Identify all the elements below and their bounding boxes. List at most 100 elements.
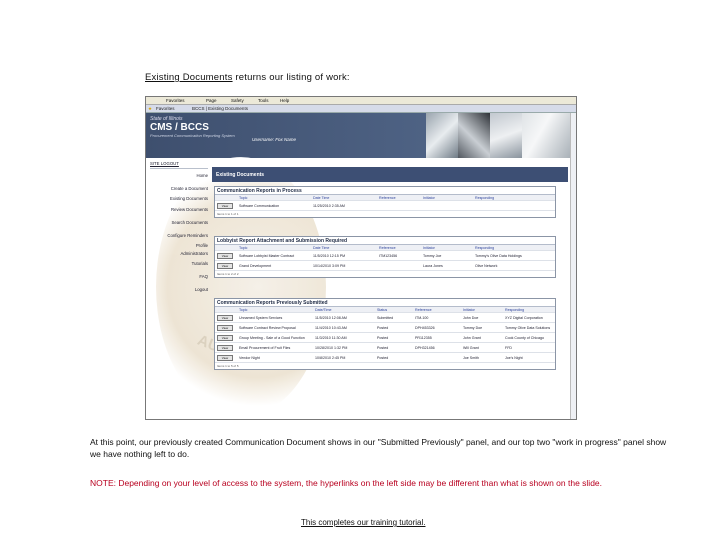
menu-safety[interactable]: Safety	[231, 98, 244, 103]
banner-subtitle: Procurement Communication Reporting Syst…	[150, 133, 235, 138]
col-responding[interactable]: Responding	[505, 308, 555, 312]
menu-help[interactable]: Help	[280, 98, 289, 103]
cell-date-time: 11/5/2010 12:08 AM	[315, 316, 347, 320]
sidebar-item-review-documents[interactable]: Review Documents	[150, 203, 208, 216]
sidebar-item-tutorials[interactable]: Tutorials	[150, 257, 208, 270]
sidebar-item-administrators[interactable]: Administrators	[150, 250, 208, 257]
menu-page[interactable]: Page	[206, 98, 217, 103]
cell-date-time: 10/8/2010 2:45 PM	[315, 356, 346, 360]
banner-username: Username: Fox Name	[252, 137, 297, 142]
sidebar-item-existing-documents[interactable]: Existing Documents	[150, 195, 208, 203]
cell-initiator: Will Grant	[463, 346, 479, 350]
sidebar-item-search-documents[interactable]: Search Documents	[150, 216, 208, 229]
cell-initiator: Tommy Joe	[423, 254, 442, 258]
table-row: View Software Communication 11/25/2010 2…	[215, 201, 555, 211]
cell-date-time: 11/25/2010 2:35 AM	[313, 204, 345, 208]
cell-date-time: 10/28/2010 1:32 PM	[315, 346, 348, 350]
cell-date-time: 11/3/2010 11:30 AM	[315, 336, 347, 340]
col-reference[interactable]: Reference	[379, 246, 409, 250]
cell-responding: Olive Network	[475, 264, 498, 268]
panel-lobbyist-footer: Items 1 to 2 of 2	[217, 272, 239, 276]
panel-submitted-footer: Items 1 to 5 of 5	[217, 364, 239, 368]
col-date-time[interactable]: Date Time	[313, 196, 373, 200]
table-row: View Unnamed System Services 11/5/2010 1…	[215, 313, 555, 323]
cell-status: Posted	[377, 326, 389, 330]
tab-favorites[interactable]: Favorites	[156, 106, 175, 111]
col-responding[interactable]: Responding	[475, 196, 555, 200]
view-button[interactable]: View	[217, 355, 233, 361]
sidebar-item-profile[interactable]: Profile	[150, 242, 208, 250]
intro-line: Existing Documents returns our listing o…	[145, 72, 350, 83]
tab-bccs-existing-documents[interactable]: BCCS | Existing Documents	[192, 106, 248, 111]
panel-in-process: Communication Reports in Process Topic D…	[214, 186, 556, 218]
col-initiator[interactable]: Initiator	[423, 196, 463, 200]
cell-status: Posted	[377, 336, 389, 340]
browser-scrollbar[interactable]	[570, 113, 576, 419]
panel-lobbyist-title: Lobbyist Report Attachment and Submissio…	[215, 237, 555, 245]
view-button[interactable]: View	[217, 315, 233, 321]
cell-initiator: Laura Jones	[423, 264, 443, 268]
sidebar-item-faq[interactable]: FAQ	[150, 270, 208, 283]
cell-initiator: John Grant	[463, 336, 481, 340]
cell-responding: Joe's Night	[505, 356, 523, 360]
col-reference[interactable]: Reference	[379, 196, 409, 200]
cms-banner: State of Illinois CMS / BCCS Procurement…	[146, 113, 570, 158]
col-date-time[interactable]: Date/Time	[315, 308, 373, 312]
view-button[interactable]: View	[217, 203, 233, 209]
closing-link[interactable]: This completes our training tutorial.	[301, 518, 426, 527]
col-date-time[interactable]: Date Time	[313, 246, 373, 250]
browser-screenshot: Favorites Page Safety Tools Help ★ Favor…	[145, 96, 577, 420]
page-title: Existing Documents	[212, 167, 568, 182]
existing-documents-link[interactable]: Existing Documents	[145, 72, 233, 83]
view-button[interactable]: View	[217, 263, 233, 269]
col-topic[interactable]: Topic	[239, 196, 309, 200]
cell-initiator: Joe Smith	[463, 356, 479, 360]
sidebar-item-create-document[interactable]: Create a Document	[150, 182, 208, 195]
cell-topic: Software Lobbyist Master Contract	[239, 254, 295, 258]
banner-title: CMS / BCCS	[150, 122, 209, 133]
table-row: View Software Contract Review Proposal 1…	[215, 323, 555, 333]
menu-tools[interactable]: Tools	[258, 98, 269, 103]
cell-status: Posted	[377, 356, 389, 360]
cell-topic: Software Communication	[239, 204, 280, 208]
intro-rest: returns our listing of work:	[232, 72, 350, 83]
favorites-star-icon[interactable]: ★	[148, 106, 152, 112]
cell-topic: Software Contract Review Proposal	[239, 326, 296, 330]
cell-topic: Group Meeting - Sale of a Good Function	[239, 336, 305, 340]
cell-responding: FFD	[505, 346, 512, 350]
col-responding[interactable]: Responding	[475, 246, 555, 250]
table-row: View Grand Development 10/14/2010 3:09 P…	[215, 261, 555, 271]
col-topic[interactable]: Topic	[239, 246, 309, 250]
menu-favorites[interactable]: Favorites	[166, 98, 185, 103]
view-button[interactable]: View	[217, 253, 233, 259]
cell-topic: Unnamed System Services	[239, 316, 283, 320]
col-reference[interactable]: Reference	[415, 308, 459, 312]
access-note: NOTE: Depending on your level of access …	[90, 478, 603, 488]
view-button[interactable]: View	[217, 345, 233, 351]
banner-photo-keyboard	[426, 113, 458, 158]
browser-toolbar: Favorites Page Safety Tools Help	[146, 97, 576, 105]
view-button[interactable]: View	[217, 335, 233, 341]
cell-reference: PR112355	[415, 336, 432, 340]
cell-status: Submitted	[377, 316, 394, 320]
col-initiator[interactable]: Initiator	[423, 246, 463, 250]
panel-submitted-grid: Topic Date/Time Status Reference Initiat…	[215, 307, 555, 363]
cell-initiator: Tommy Doe	[463, 326, 483, 330]
cell-date-time: 11/4/2010 10:43 AM	[315, 326, 347, 330]
cell-responding: XYZ Digital Corporation	[505, 316, 543, 320]
panel-lobbyist-grid: Topic Date Time Reference Initiator Resp…	[215, 245, 555, 271]
col-initiator[interactable]: Initiator	[463, 308, 503, 312]
cell-topic: Grand Development	[239, 264, 272, 268]
sidebar-site-logout[interactable]: SITE LOGOUT	[150, 159, 208, 168]
view-button[interactable]: View	[217, 325, 233, 331]
sidebar-item-logout[interactable]: Logout	[150, 283, 208, 296]
sidebar-item-configure-reminders[interactable]: Configure Reminders	[150, 229, 208, 242]
cell-responding: Cook County of Chicago	[505, 336, 544, 340]
sidebar-item-home[interactable]: Home	[150, 168, 208, 182]
cell-topic: Email Procurement of Fruit Flies	[239, 346, 291, 350]
panel-lobbyist-required: Lobbyist Report Attachment and Submissio…	[214, 236, 556, 278]
col-status[interactable]: Status	[377, 308, 413, 312]
table-row: View Vendor Night 10/8/2010 2:45 PM Post…	[215, 353, 555, 363]
col-topic[interactable]: Topic	[239, 308, 309, 312]
cell-status: Posted	[377, 346, 389, 350]
